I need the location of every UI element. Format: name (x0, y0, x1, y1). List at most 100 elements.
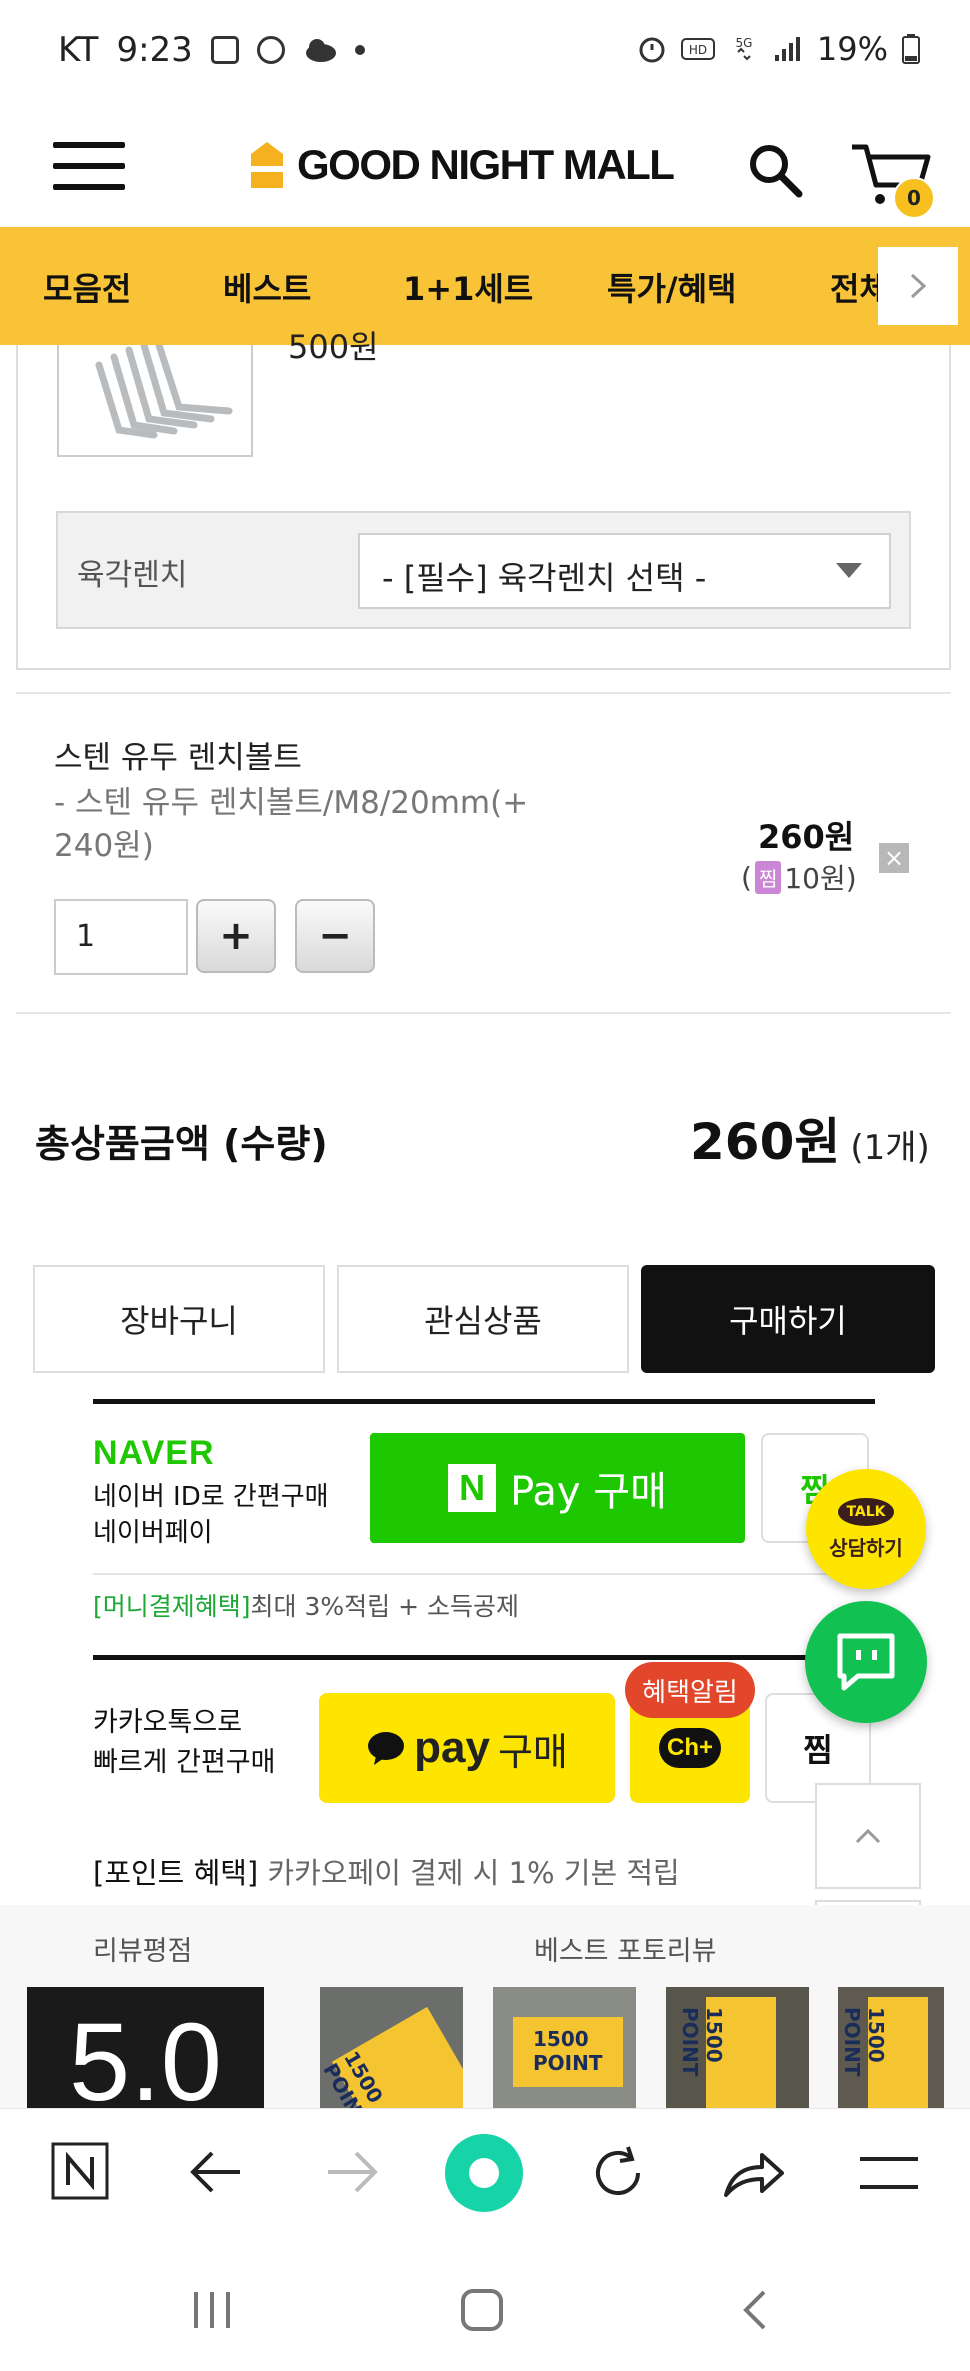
kakao-talk-consult-button[interactable]: TALK 상담하기 (806, 1469, 926, 1589)
category-nav: 모음전 베스트 1+1세트 특가/혜택 전체 (0, 227, 970, 345)
wishlist-button[interactable]: 관심상품 (337, 1265, 629, 1373)
option-select-dropdown[interactable]: - [필수] 육각렌치 선택 - (358, 533, 891, 609)
search-icon[interactable] (745, 140, 805, 200)
cloud-icon (305, 39, 336, 62)
chevron-up-icon (855, 1828, 881, 1844)
svg-text:5G: 5G (735, 36, 752, 50)
review-photo[interactable]: 1500 POINT (320, 1987, 463, 2108)
kakao-speech-bubble-icon (368, 1732, 405, 1765)
review-rating-label: 리뷰평점 (93, 1936, 193, 1967)
total-amount: 260원 (690, 1113, 841, 1171)
divider (16, 692, 951, 694)
nav-item-special[interactable]: 특가/혜택 (607, 264, 736, 310)
benefit-alert-tag[interactable]: 혜택알림 (625, 1662, 755, 1718)
naver-benefit-text: 최대 3%적립 + 소득공제 (250, 1592, 519, 1621)
quantity-minus-button[interactable]: − (295, 899, 375, 973)
menu-icon[interactable] (858, 2153, 920, 2193)
carrier-label: KT (58, 30, 99, 70)
buy-button[interactable]: 구매하기 (641, 1265, 935, 1373)
site-header: GOOD NIGHT MALL 0 (0, 105, 970, 227)
naver-benefit-highlight: [머니결제혜택] (93, 1592, 251, 1621)
review-section: 리뷰평점 베스트 포토리뷰 5.0 1500 POINT 1500 POINT … (0, 1905, 970, 2108)
review-photo-text: 1500 POINT (678, 2007, 726, 2077)
review-photo[interactable]: 1500 POINT (838, 1987, 944, 2108)
signal-icon (774, 37, 800, 61)
battery-icon (902, 34, 920, 64)
kakao-pay-word: pay (414, 1723, 490, 1772)
selected-item-option-line1: - 스텐 유두 렌치볼트/M8/20mm(+ (54, 785, 529, 821)
naver-brand: NAVER (93, 1434, 215, 1472)
kakao-pay-label: 구매 (497, 1729, 568, 1774)
naver-desc-line1: 네이버 ID로 간편구매 (93, 1482, 329, 1512)
battery-percent: 19% (816, 30, 888, 68)
alarm-icon (639, 37, 665, 63)
recent-apps-icon[interactable] (190, 2290, 234, 2330)
chatbot-button[interactable] (805, 1601, 927, 1723)
refresh-icon[interactable] (588, 2143, 648, 2203)
selected-item-option-line2: 240원) (54, 828, 154, 864)
naver-n-icon: N (448, 1464, 497, 1512)
best-photo-review-label: 베스트 포토리뷰 (534, 1936, 717, 1967)
total-count: (1개) (850, 1128, 930, 1168)
chevron-down-icon (836, 563, 862, 578)
nav-next-button[interactable] (878, 247, 958, 325)
chat-icon (837, 1633, 895, 1691)
review-photo[interactable]: 1500 POINT (666, 1987, 809, 2108)
naver-home-icon[interactable] (50, 2141, 110, 2201)
system-back-icon[interactable] (740, 2288, 770, 2332)
selected-item-price: 260원 (758, 818, 855, 856)
browser-toolbar (0, 2108, 970, 2250)
cart-count-badge: 0 (893, 177, 935, 219)
gallery-icon (210, 36, 239, 64)
kakao-desc-line2: 빠르게 간편구매 (93, 1747, 276, 1778)
site-logo[interactable]: GOOD NIGHT MALL (245, 135, 675, 195)
talk-badge-icon: TALK (838, 1497, 894, 1526)
review-score: 5.0 (27, 1987, 264, 2108)
kakao-pay-button[interactable]: pay 구매 (319, 1693, 615, 1803)
remove-item-button[interactable]: × (879, 843, 909, 873)
review-photo[interactable]: 1500 POINT (493, 1987, 636, 2108)
hd-icon: HD (680, 38, 715, 60)
hex-wrench-image (95, 345, 233, 439)
naver-pay-top-rule (93, 1399, 875, 1404)
naver-benefit: [머니결제혜택]최대 3%적립 + 소득공제 (93, 1587, 519, 1623)
option-price-partial: 500원 (288, 328, 379, 366)
chevron-right-icon (910, 273, 927, 299)
naver-desc-line2: 네이버페이 (93, 1518, 213, 1548)
scroll-top-button[interactable] (815, 1783, 921, 1889)
cart-button[interactable]: 장바구니 (33, 1265, 325, 1373)
naver-pay-button[interactable]: N Pay 구매 (370, 1433, 745, 1543)
points-value: 10원) (784, 862, 857, 895)
nav-item-collection[interactable]: 모음전 (43, 264, 131, 310)
points-prefix: ( (741, 860, 752, 894)
divider (16, 1012, 951, 1014)
product-thumbnail (57, 345, 253, 457)
review-photo-text: 1500 POINT (533, 2027, 603, 2075)
system-navigation-bar (0, 2250, 970, 2371)
quantity-plus-button[interactable]: + (196, 899, 276, 973)
quantity-input[interactable]: 1 (54, 899, 188, 975)
forward-icon[interactable] (324, 2147, 380, 2197)
nav-item-bundle[interactable]: 1+1세트 (403, 264, 533, 310)
home-icon[interactable] (460, 2288, 504, 2332)
notification-dot-icon (354, 45, 365, 55)
option-select-label: 육각렌치 (77, 558, 188, 593)
green-dot-icon[interactable] (443, 2132, 525, 2214)
back-icon[interactable] (188, 2147, 244, 2197)
divider (93, 1573, 875, 1575)
kakao-channel-label: Ch+ (658, 1728, 721, 1768)
share-icon[interactable] (722, 2145, 786, 2201)
total-label: 총상품금액 (수량) (35, 1122, 328, 1166)
nav-item-best[interactable]: 베스트 (223, 264, 311, 310)
kakao-point-text: 카카오페이 결제 시 1% 기본 적립 (267, 1856, 680, 1890)
svg-text:HD: HD (689, 43, 707, 57)
status-bar: KT 9:23 HD 5G 19% (0, 0, 970, 105)
kakao-pay-top-rule (93, 1655, 875, 1660)
talk-label: 상담하기 (829, 1535, 903, 1560)
menu-icon[interactable] (53, 142, 125, 190)
total-amount-group: 260원 (1개) (690, 1102, 930, 1174)
sync-icon (256, 36, 285, 64)
selected-item-points: ( 찜 10원) (741, 857, 857, 897)
logo-text: GOOD NIGHT MALL (297, 141, 675, 188)
naver-pay-label: Pay 구매 (510, 1469, 667, 1515)
